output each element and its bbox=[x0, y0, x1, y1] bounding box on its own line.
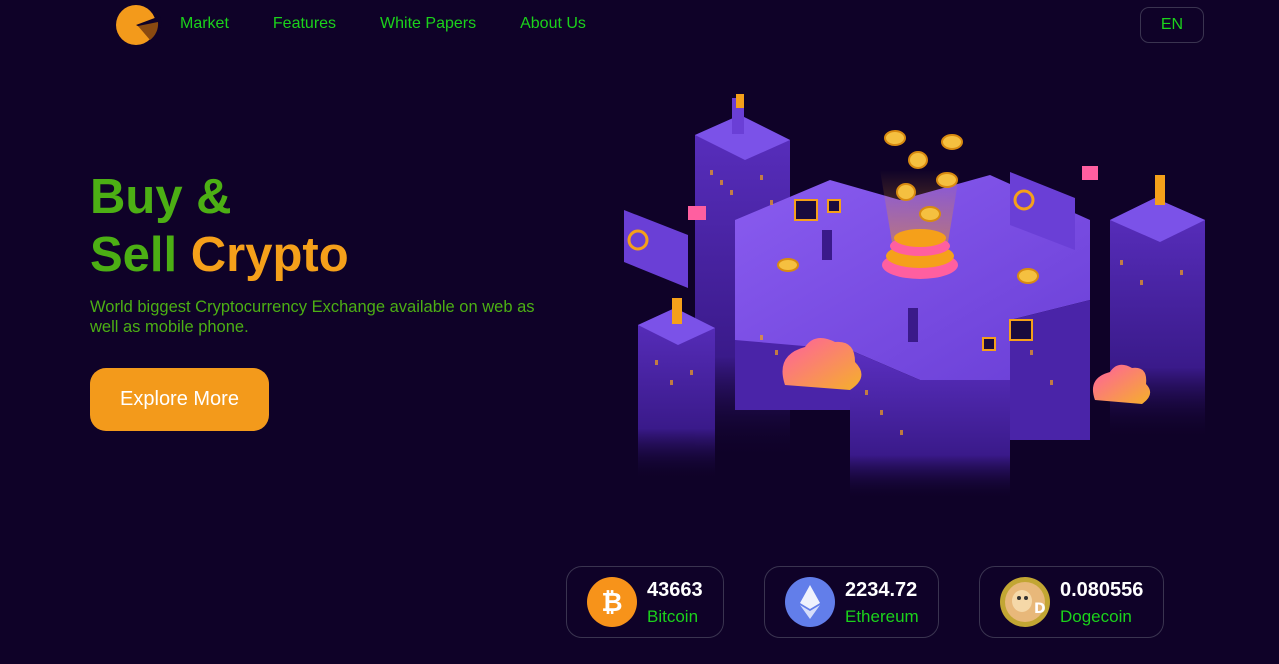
hero-title-sell: Sell bbox=[90, 228, 178, 282]
hero-title-crypto: Crypto bbox=[190, 228, 349, 282]
bitcoin-name: Bitcoin bbox=[647, 607, 699, 626]
svg-text:D: D bbox=[1034, 601, 1046, 617]
hero-title-line2: Sell Crypto bbox=[90, 226, 349, 284]
svg-text:₿: ₿ bbox=[601, 588, 622, 618]
nav-link-market[interactable]: Market bbox=[180, 15, 229, 33]
coin-card-dogecoin[interactable]: D 0.080556 Dogecoin bbox=[979, 566, 1164, 638]
bitcoin-icon: ₿ bbox=[587, 577, 637, 627]
ethereum-price: 2234.72 bbox=[845, 579, 918, 601]
bitcoin-price: 43663 bbox=[647, 579, 703, 601]
dogecoin-icon: D bbox=[1000, 577, 1050, 627]
hero-title-line1: Buy & bbox=[90, 170, 232, 224]
hero-subtitle: World biggest Cryptocurrency Exchange av… bbox=[90, 298, 535, 336]
ethereum-icon bbox=[785, 577, 835, 627]
crypto-city-illustration bbox=[624, 94, 1205, 500]
hero-title: Buy & Sell Crypto bbox=[90, 168, 349, 284]
ethereum-name: Ethereum bbox=[845, 607, 919, 626]
dogecoin-name: Dogecoin bbox=[1060, 607, 1132, 626]
explore-more-button[interactable]: Explore More bbox=[90, 368, 269, 431]
dogecoin-price: 0.080556 bbox=[1060, 579, 1144, 601]
nav-link-white-papers[interactable]: White Papers bbox=[380, 15, 476, 33]
top-nav: Market Features White Papers About Us EN bbox=[0, 0, 1279, 48]
coin-card-bitcoin[interactable]: ₿ 43663 Bitcoin bbox=[566, 566, 724, 638]
nav-link-about-us[interactable]: About Us bbox=[520, 15, 586, 33]
nav-link-features[interactable]: Features bbox=[273, 15, 336, 33]
page: Market Features White Papers About Us EN… bbox=[0, 0, 1279, 664]
logo-icon[interactable] bbox=[112, 2, 162, 46]
coin-card-ethereum[interactable]: 2234.72 Ethereum bbox=[764, 566, 939, 638]
language-selector-button[interactable]: EN bbox=[1140, 7, 1204, 43]
nav-links: Market Features White Papers About Us bbox=[180, 15, 586, 33]
